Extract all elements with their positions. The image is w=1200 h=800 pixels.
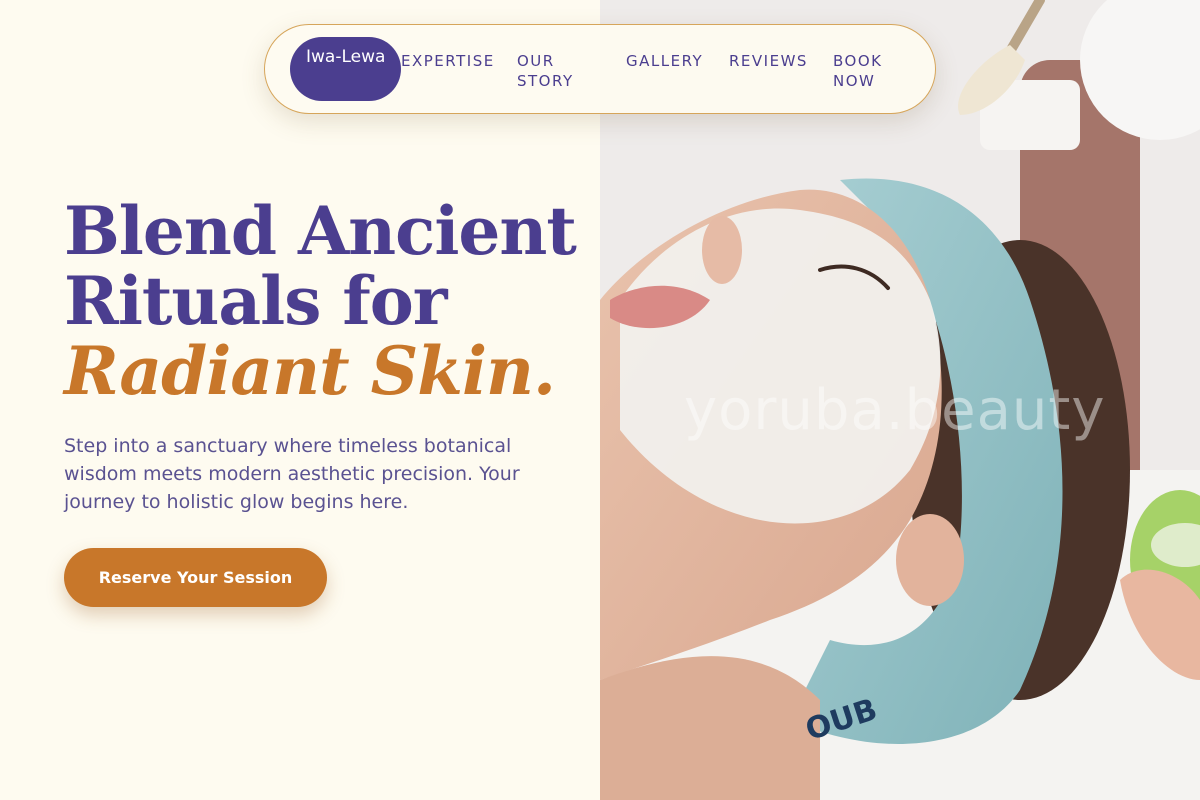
reserve-session-button[interactable]: Reserve Your Session [64,548,327,607]
nav-link-book-now[interactable]: BOOK NOW [833,51,893,91]
main-nav: Iwa-Lewa EXPERTISE OUR STORY GALLERY REV… [264,24,936,114]
brand-logo[interactable]: Iwa-Lewa [290,37,401,101]
nav-link-expertise[interactable]: EXPERTISE [401,51,495,71]
nav-link-gallery[interactable]: GALLERY [626,51,703,71]
hero-photo: OUB yoruba.beauty [600,0,1200,800]
nav-link-our-story[interactable]: OUR STORY [517,51,587,91]
photo-watermark: yoruba.beauty [684,378,1106,443]
nav-link-reviews[interactable]: REVIEWS [729,51,808,71]
headline-accent: Radiant Skin. [64,332,556,410]
hero-lede: Step into a sanctuary where timeless bot… [64,435,520,513]
hero-headline: Blend Ancient Rituals for Radiant Skin. [64,196,584,406]
headline-line-1: Blend Ancient [64,192,577,270]
headline-line-2: Rituals for [64,262,448,340]
hero-left-panel: Blend Ancient Rituals for Radiant Skin. … [0,0,600,800]
